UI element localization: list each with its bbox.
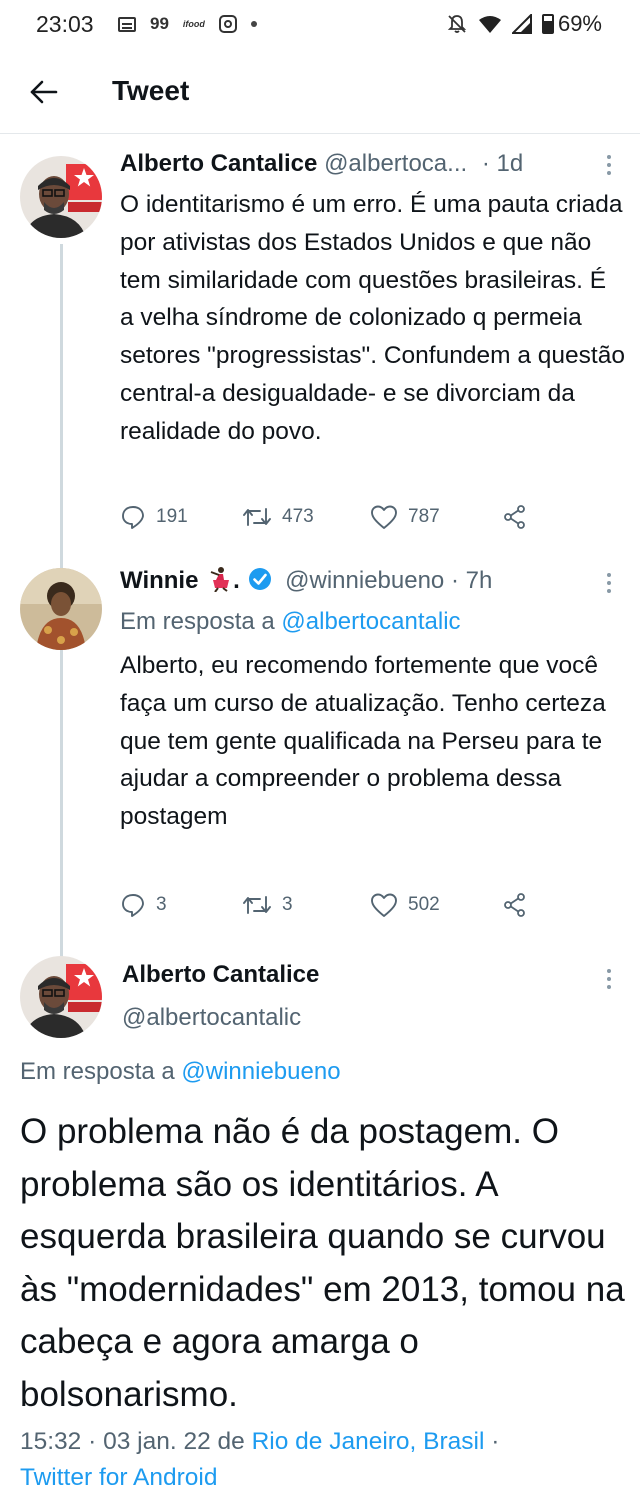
reply-to-link[interactable]: @winniebueno <box>181 1058 340 1085</box>
news-notification-icon <box>118 16 136 32</box>
reply-count: 191 <box>156 506 188 527</box>
tweet-actions: 3 3 502 <box>120 892 540 918</box>
retweet-button[interactable]: 473 <box>242 505 370 529</box>
tweet-age: · 7h <box>450 567 493 594</box>
like-button[interactable]: 787 <box>370 504 502 530</box>
top-app-bar: Tweet <box>0 50 640 134</box>
more-options-icon[interactable] <box>606 969 612 993</box>
reply-icon <box>122 506 144 529</box>
author-name[interactable]: Alberto Cantalice <box>120 150 317 177</box>
like-count: 787 <box>408 506 440 527</box>
author-handle[interactable]: @albertoca... <box>324 150 467 177</box>
tweet-timestamp-line: 15:32 · 03 jan. 22 de Rio de Janeiro, Br… <box>20 1424 620 1494</box>
reply-icon <box>122 894 144 917</box>
share-button[interactable] <box>502 892 528 918</box>
reply-prefix: Em resposta a <box>20 1058 175 1085</box>
reply-prefix: Em resposta a <box>120 608 275 635</box>
share-icon <box>504 505 525 529</box>
instagram-notification-icon <box>218 15 237 33</box>
reply-context: Em resposta a @albertocantalic <box>120 608 461 636</box>
tweet-timestamp: 15:32 · 03 jan. 22 de <box>20 1428 245 1455</box>
reply-count: 3 <box>156 894 167 915</box>
tweet-text: Alberto, eu recomendo fortemente que voc… <box>120 652 606 831</box>
like-heart-icon <box>371 505 397 529</box>
author-name[interactable]: Winnie <box>120 567 198 594</box>
reply-to-link[interactable]: @albertocantalic <box>281 608 460 635</box>
retweet-count: 3 <box>282 894 293 915</box>
reply-context: Em resposta a @winniebueno <box>20 1058 341 1086</box>
author-name[interactable]: Alberto Cantalice <box>122 961 319 988</box>
retweet-count: 473 <box>282 506 314 527</box>
avatar-alberto[interactable] <box>20 956 102 1038</box>
client-link[interactable]: Twitter for Android <box>20 1464 217 1491</box>
retweet-icon <box>243 896 271 914</box>
reply-button[interactable]: 3 <box>120 892 242 918</box>
notification-icons: 99 ifood <box>118 14 257 34</box>
ifood-notification-icon: ifood <box>182 19 205 29</box>
battery-icon <box>541 14 554 34</box>
author-handle[interactable]: @albertocantalic <box>122 1004 301 1031</box>
wifi-icon <box>478 16 501 33</box>
verified-badge-icon <box>249 568 272 590</box>
like-count: 502 <box>408 894 440 915</box>
author-handle[interactable]: @winniebueno <box>285 567 444 594</box>
battery-percent: 69% <box>557 11 602 36</box>
news-badge: 99 <box>150 14 169 33</box>
system-icons: 69% <box>446 11 602 37</box>
avatar-alberto[interactable] <box>20 156 102 238</box>
tweet-text: O identitarismo é um erro. É uma pauta c… <box>120 191 625 445</box>
signal-icon <box>511 14 532 34</box>
share-icon <box>504 893 525 917</box>
main-tweet-text: O problema não é da postagem. O problema… <box>20 1112 625 1414</box>
page-title: Tweet <box>112 75 190 106</box>
share-button[interactable] <box>502 504 528 530</box>
meta-separator: · <box>491 1428 500 1455</box>
dancer-emoji-icon <box>210 567 230 593</box>
retweet-icon <box>243 508 271 526</box>
like-button[interactable]: 502 <box>370 892 502 918</box>
reply-button[interactable]: 191 <box>120 504 242 530</box>
more-options-icon[interactable] <box>606 155 612 179</box>
more-notifications-dot-icon <box>250 21 257 27</box>
status-bar: 23:03 99 ifood 69% <box>0 0 640 50</box>
back-arrow-icon[interactable] <box>28 76 60 108</box>
tweet-actions: 191 473 787 <box>120 504 540 530</box>
avatar-winnie[interactable] <box>20 568 102 650</box>
status-time: 23:03 <box>36 11 94 37</box>
retweet-button[interactable]: 3 <box>242 893 370 917</box>
more-options-icon[interactable] <box>606 573 612 597</box>
tweet-age: · 1d <box>481 150 524 177</box>
mute-bell-icon <box>447 15 467 33</box>
like-heart-icon <box>371 893 397 917</box>
location-link[interactable]: Rio de Janeiro, Brasil <box>252 1428 485 1455</box>
